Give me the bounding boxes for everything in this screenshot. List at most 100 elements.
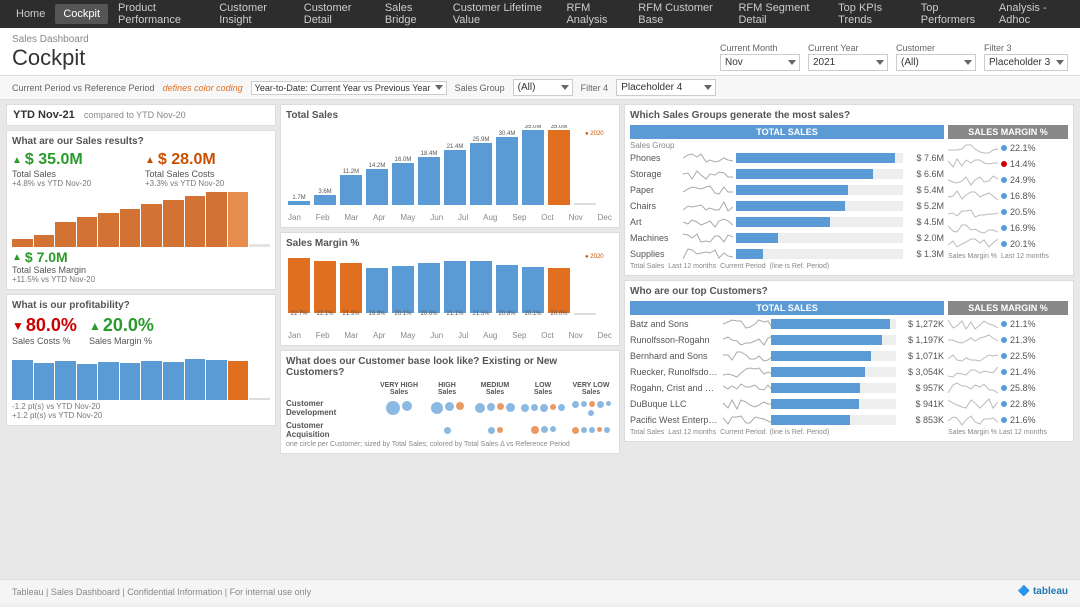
bar-jul <box>141 204 162 247</box>
bubble <box>558 404 565 411</box>
cust-margin-row: 25.8% <box>948 381 1068 395</box>
prof-bar11 <box>228 361 249 400</box>
sg-ml2: Last 12 months <box>1001 253 1049 260</box>
filter-month-select[interactable]: Nov <box>720 54 800 71</box>
filter-year-select[interactable]: 2021 <box>808 54 888 71</box>
nav-rfm-segment[interactable]: RFM Segment Detail <box>730 0 828 30</box>
margin-pct: 20.0% <box>103 315 154 336</box>
cust-name: Runolfsson-Rogahn <box>630 335 720 345</box>
sg-sparkline <box>683 231 733 245</box>
bubble <box>531 426 539 434</box>
sg-margin-dot <box>1001 193 1007 199</box>
cust-bar-bg <box>771 415 896 425</box>
cust-row: Pacific West Enterprises $ 853K <box>630 413 944 427</box>
cust-bar-bg <box>771 367 896 377</box>
cust-margin-dot <box>1001 401 1007 407</box>
bubble <box>597 401 604 408</box>
sg-bar-fill <box>736 169 873 179</box>
period-select[interactable]: Year-to-Date: Current Year vs Previous Y… <box>251 81 447 95</box>
sg-row: Supplies $ 1.3M <box>630 247 944 261</box>
cust-margin-sparkline <box>948 349 998 363</box>
sg-group-name: Supplies <box>630 249 680 259</box>
header-area: Sales Dashboard Cockpit Current Month No… <box>0 28 1080 76</box>
nav-home[interactable]: Home <box>8 4 53 24</box>
prof-bar10 <box>206 360 227 400</box>
filter3-select[interactable]: Placeholder 3 <box>984 54 1068 71</box>
sg-bar-fill <box>736 153 895 163</box>
sg-bar-bg <box>736 169 903 179</box>
prof-bar7 <box>141 361 162 401</box>
sg-total-panel: TOTAL SALES Sales Group Phones $ 7.6M St… <box>630 125 944 270</box>
total-sales-svg: 1.7M 3.6M 11.2M 14.2M 16.0M 18.4M 21.4M … <box>286 125 614 210</box>
ytd-header-card: YTD Nov-21 compared to YTD Nov-20 <box>6 104 276 126</box>
svg-text:1.7M: 1.7M <box>292 195 305 201</box>
sg-col-labels: Sales Group <box>630 141 944 150</box>
filter4-select[interactable]: Placeholder 4 <box>616 79 716 96</box>
sg-value: $ 1.3M <box>906 249 944 259</box>
svg-text:20.6%: 20.6% <box>420 311 438 317</box>
cust-sparkline <box>723 333 768 347</box>
cb-m-acq <box>472 427 518 434</box>
svg-text:20.1%: 20.1% <box>524 311 542 317</box>
bar-jun <box>120 209 141 248</box>
filter3-label: Filter 3 <box>984 43 1068 53</box>
svg-text:25.9M: 25.9M <box>473 137 490 143</box>
filter-customer-select[interactable]: (All) <box>896 54 976 71</box>
cust-bar-bg <box>771 399 896 409</box>
customer-base-note: one circle per Customer; sized by Total … <box>286 441 614 448</box>
nav-customer-insight[interactable]: Customer Insight <box>211 0 294 30</box>
nav-rfm-analysis[interactable]: RFM Analysis <box>558 0 628 30</box>
sales-margin-chart: 22.7% 22.1% 21.9% 19.9% 20.1% 20.6% 21.1… <box>286 253 614 340</box>
right-column: Which Sales Groups generate the most sal… <box>624 104 1074 575</box>
sg-row: Chairs $ 5.2M <box>630 199 944 213</box>
sg-group-name: Storage <box>630 169 680 179</box>
cb-medium: MEDIUMSales <box>472 382 518 396</box>
svg-text:● 2020: ● 2020 <box>585 131 604 137</box>
header-filters: Current Month Nov Current Year 2021 Cust… <box>720 43 1068 71</box>
sg-group-name: Chairs <box>630 201 680 211</box>
total-costs-arrow: ▲ <box>145 155 155 166</box>
nav-top-performers[interactable]: Top Performers <box>913 0 989 30</box>
cust-total-panel: TOTAL SALES Batz and Sons $ 1,272K Runol… <box>630 301 944 436</box>
sg-margin-dot <box>1001 209 1007 215</box>
sg-margin-sparkline <box>948 237 998 251</box>
svg-text:22.1%: 22.1% <box>316 311 334 317</box>
total-sales-kpi: ▲ $ 35.0M Total Sales +4.8% vs YTD Nov-2… <box>12 151 137 188</box>
bar-sep <box>185 196 206 247</box>
cb-very-low: VERY LOWSales <box>568 382 614 396</box>
sales-margin-card: Sales Margin % <box>280 232 620 346</box>
nav-top-kpis[interactable]: Top KPIs Trends <box>830 0 911 30</box>
nav-sales-bridge[interactable]: Sales Bridge <box>377 0 443 30</box>
total-costs-label: Total Sales Costs <box>145 169 270 179</box>
sg-bar-fill <box>736 201 845 211</box>
nav-analysis-adhoc[interactable]: Analysis - Adhoc <box>991 0 1072 30</box>
nav-rfm-customer-base[interactable]: RFM Customer Base <box>630 0 728 30</box>
cust-margin-sparkline <box>948 317 998 331</box>
nav-clv[interactable]: Customer Lifetime Value <box>445 0 557 30</box>
cb-h-acq <box>424 427 470 434</box>
cb-development-row: CustomerDevelopment <box>286 399 614 417</box>
svg-text:20.0%: 20.0% <box>550 311 568 317</box>
sg-value: $ 4.5M <box>906 217 944 227</box>
svg-text:20.8%: 20.8% <box>498 311 516 317</box>
svg-text:35.0M: 35.0M <box>525 125 542 130</box>
nav-cockpit[interactable]: Cockpit <box>55 4 108 24</box>
svg-text:22.7%: 22.7% <box>290 311 308 317</box>
cust-bar-fill <box>771 335 882 345</box>
sales-group-select[interactable]: (All) <box>513 79 573 96</box>
cust-margin-dot <box>1001 321 1007 327</box>
filter-year-label: Current Year <box>808 43 888 53</box>
nav-product-perf[interactable]: Product Performance <box>110 0 209 30</box>
sg-row: Machines $ 2.0M <box>630 231 944 245</box>
sales-group-label: Sales Group <box>455 83 505 93</box>
sg-value: $ 5.2M <box>906 201 944 211</box>
costs-pct: 80.0% <box>26 315 77 336</box>
svg-text:14.2M: 14.2M <box>369 163 386 169</box>
nav-customer-detail[interactable]: Customer Detail <box>296 0 375 30</box>
svg-text:21.9%: 21.9% <box>342 311 360 317</box>
cust-sparkline <box>723 381 768 395</box>
cust-rows: Batz and Sons $ 1,272K Runolfsson-Rogahn… <box>630 317 944 427</box>
cust-l2: Last 12 months <box>668 429 716 436</box>
cust-value: $ 3,054K <box>899 367 944 377</box>
cust-name: Pacific West Enterprises <box>630 415 720 425</box>
